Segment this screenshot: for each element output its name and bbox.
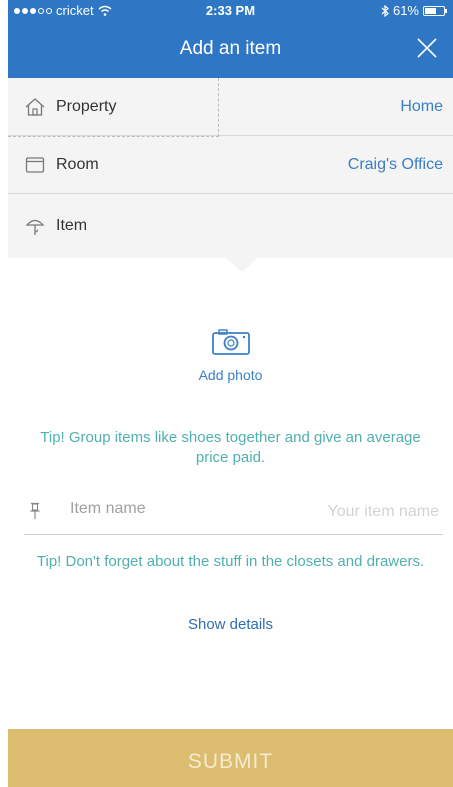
room-value[interactable]: Craig's Office [348,156,443,174]
tip-group-items: Tip! Group items like shoes together and… [40,429,421,466]
page-title: Add an item [179,38,282,59]
pointer-caret [224,256,260,272]
item-name-field: Item name [24,496,443,535]
show-details-link[interactable]: Show details [8,616,453,633]
house-icon [25,97,45,116]
bluetooth-icon [381,4,389,17]
status-right: 61% [381,3,447,18]
app-screen: cricket 2:33 PM 61% Add an item Property… [8,0,453,787]
tip-closets: Tip! Don't forget about the stuff in the… [36,553,425,570]
item-label: Item [56,217,88,234]
top-bar: cricket 2:33 PM 61% Add an item [8,0,453,78]
submit-button[interactable]: SUBMIT [8,729,453,787]
room-label: Room [56,155,99,173]
camera-icon [211,329,250,355]
pin-icon [30,502,40,519]
item-row[interactable]: Item [8,194,453,258]
battery-percent: 61% [392,3,419,18]
status-bar: cricket 2:33 PM 61% [8,0,453,22]
property-label: Property [56,97,117,115]
property-row[interactable]: Property Home [8,78,453,137]
room-row[interactable]: Room Craig's Office [8,136,453,194]
add-photo-button[interactable]: Add photo [8,328,453,383]
add-photo-label: Add photo [198,367,263,383]
property-value[interactable]: Home [400,98,443,116]
lamp-icon [25,219,45,235]
nav-bar: Add an item [8,22,453,78]
window-icon [25,156,45,173]
item-name-input[interactable] [257,496,441,528]
selection-rows: Property Home Room Craig's Office Item [8,78,453,258]
item-name-label: Item name [70,500,146,517]
battery-icon [423,5,447,16]
close-icon[interactable] [415,36,439,60]
